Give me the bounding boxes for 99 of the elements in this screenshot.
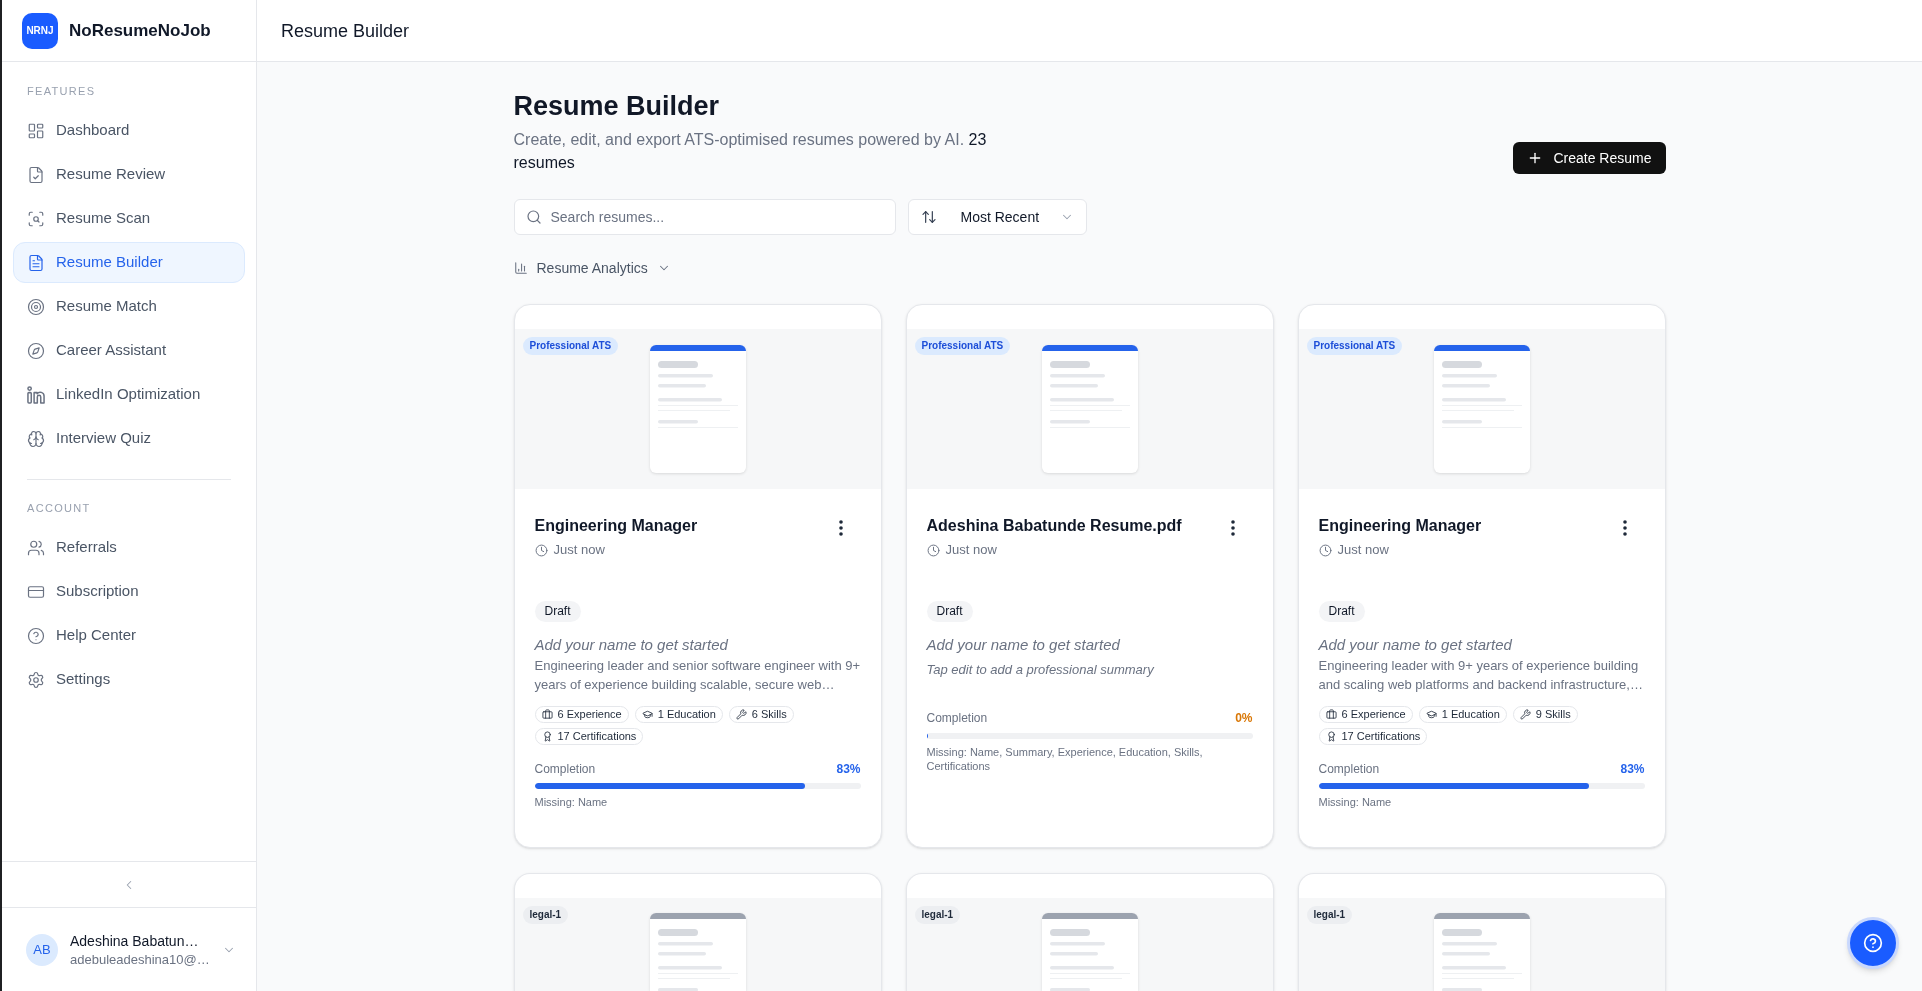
resume-title: Engineering Manager	[1318, 516, 1482, 536]
missing-fields: Missing: Name, Summary, Experience, Education, Skills, Certifications	[926, 745, 1253, 773]
updated-time: Just now	[945, 541, 997, 559]
resume-summary: Tap edit to add a professional summary	[926, 661, 1155, 679]
user-name: Adeshina Babatun…	[70, 931, 200, 951]
completion-label: Completion	[1318, 761, 1380, 777]
page-title: Resume Builder	[513, 90, 721, 122]
template-badge: Professional ATS	[1306, 337, 1403, 355]
template-badge: legal-1	[522, 906, 569, 924]
sidebar-item[interactable]: Resume Scan	[13, 198, 245, 239]
updated-time: Just now	[1337, 541, 1389, 559]
completion-percent: 0%	[1235, 710, 1253, 726]
completion-label: Completion	[534, 761, 596, 777]
bar-chart-icon	[513, 261, 528, 275]
settings-icon	[27, 670, 45, 689]
sidebar-item[interactable]: Referrals	[13, 527, 245, 568]
user-email: adebuleadeshina10@…	[70, 950, 210, 969]
sidebar-item[interactable]: Subscription	[13, 571, 245, 612]
stat-label: 6 Experience	[1341, 707, 1406, 723]
stat-label: 9 Skills	[1535, 707, 1571, 723]
sidebar-item[interactable]: Career Assistant	[13, 330, 245, 371]
layout-grid-icon	[27, 121, 45, 140]
clock-icon	[926, 543, 940, 557]
in-logo-icon	[27, 385, 45, 404]
sidebar-item[interactable]: LinkedIn Optimization	[13, 374, 245, 415]
search-field[interactable]: Search resumes...	[513, 199, 896, 235]
target-icon	[27, 297, 45, 316]
name-prompt: Add your name to get started	[926, 635, 1121, 655]
resume-summary: Engineering leader with 9+ years of experience building and scaling web platforms and backend infrastructure,…	[1318, 657, 1644, 694]
status-badge: Draft	[534, 601, 581, 622]
missing-fields: Missing: Name	[1318, 795, 1645, 809]
graduation-cap-icon	[641, 709, 653, 720]
template-badge: Professional ATS	[522, 337, 619, 355]
help-icon	[27, 626, 45, 645]
resume-card[interactable]	[513, 304, 882, 848]
wrench-icon	[735, 709, 747, 720]
wrench-icon	[1519, 709, 1531, 720]
completion-percent: 83%	[1620, 761, 1645, 777]
sort-dropdown[interactable]: Most Recent	[907, 199, 1087, 235]
status-badge: Draft	[1318, 601, 1365, 622]
template-badge: legal-1	[1306, 906, 1353, 924]
sidebar-item[interactable]: Resume Match	[13, 286, 245, 327]
name-prompt: Add your name to get started	[1318, 635, 1513, 655]
award-icon	[1325, 731, 1337, 742]
stat-label: 17 Certifications	[557, 729, 637, 745]
file-check-icon	[27, 165, 45, 184]
resume-card[interactable]	[1297, 304, 1666, 848]
analytics-toggle[interactable]: Resume Analytics	[513, 258, 671, 278]
create-resume-button[interactable]: Create Resume	[1513, 142, 1666, 174]
resume-card[interactable]	[905, 304, 1274, 848]
clock-icon	[534, 543, 548, 557]
template-badge: Professional ATS	[914, 337, 1011, 355]
clock-icon	[1318, 543, 1332, 557]
award-icon	[541, 731, 553, 742]
users-icon	[27, 538, 45, 557]
graduation-cap-icon	[1425, 709, 1437, 720]
sidebar-item[interactable]: Help Center	[13, 615, 245, 656]
header-title: Resume Builder	[281, 19, 410, 43]
resume-card[interactable]: legal-1	[1297, 873, 1666, 991]
stat-label: 6 Skills	[751, 707, 787, 723]
stat-label: 6 Experience	[557, 707, 622, 723]
resume-card[interactable]: legal-1	[513, 873, 882, 991]
updated-time: Just now	[553, 541, 605, 559]
resume-summary: Engineering leader and senior software engineer with 9+ years of experience building scalable, secure web…	[534, 657, 861, 694]
vertical-dots-icon	[1230, 520, 1235, 536]
vertical-dots-icon	[838, 520, 843, 536]
sidebar-item[interactable]: Interview Quiz	[13, 418, 245, 459]
stat-label: 1 Education	[657, 707, 716, 723]
missing-fields: Missing: Name	[534, 795, 861, 809]
search-icon	[525, 209, 542, 225]
stat-label: 1 Education	[1441, 707, 1500, 723]
completion-percent: 83%	[836, 761, 861, 777]
resume-title: Engineering Manager	[534, 516, 698, 536]
file-text-icon	[27, 253, 45, 272]
stat-label: 17 Certifications	[1341, 729, 1421, 745]
compass-icon	[27, 341, 45, 360]
user-avatar[interactable]: AB	[26, 933, 58, 966]
resume-card[interactable]: legal-1	[905, 873, 1274, 991]
template-badge: legal-1	[914, 906, 961, 924]
resume-title: Adeshina Babatunde Resume.pdf	[926, 516, 1182, 536]
briefcase-icon	[1325, 709, 1337, 720]
section-heading: FEATURES	[26, 84, 97, 99]
brain-icon	[27, 429, 45, 448]
section-heading: ACCOUNT	[26, 501, 92, 516]
name-prompt: Add your name to get started	[534, 635, 729, 655]
page-description: Create, edit, and export ATS-optimised resumes powered by AI. 23 resumes	[513, 130, 988, 173]
help-icon	[1863, 933, 1883, 953]
briefcase-icon	[541, 709, 553, 720]
sidebar-item[interactable]: Dashboard	[13, 110, 245, 151]
completion-label: Completion	[926, 710, 988, 726]
sidebar-item[interactable]: Settings	[13, 659, 245, 700]
sidebar-item[interactable]: Resume Review	[13, 154, 245, 195]
app-logo[interactable]: NRNJ	[22, 12, 58, 49]
app-name: NoResumeNoJob	[69, 19, 211, 42]
sort-arrows-icon	[920, 209, 937, 225]
sidebar-item[interactable]: Resume Builder	[13, 242, 245, 283]
vertical-dots-icon	[1622, 520, 1627, 536]
status-badge: Draft	[926, 601, 973, 622]
scan-search-icon	[27, 209, 45, 228]
